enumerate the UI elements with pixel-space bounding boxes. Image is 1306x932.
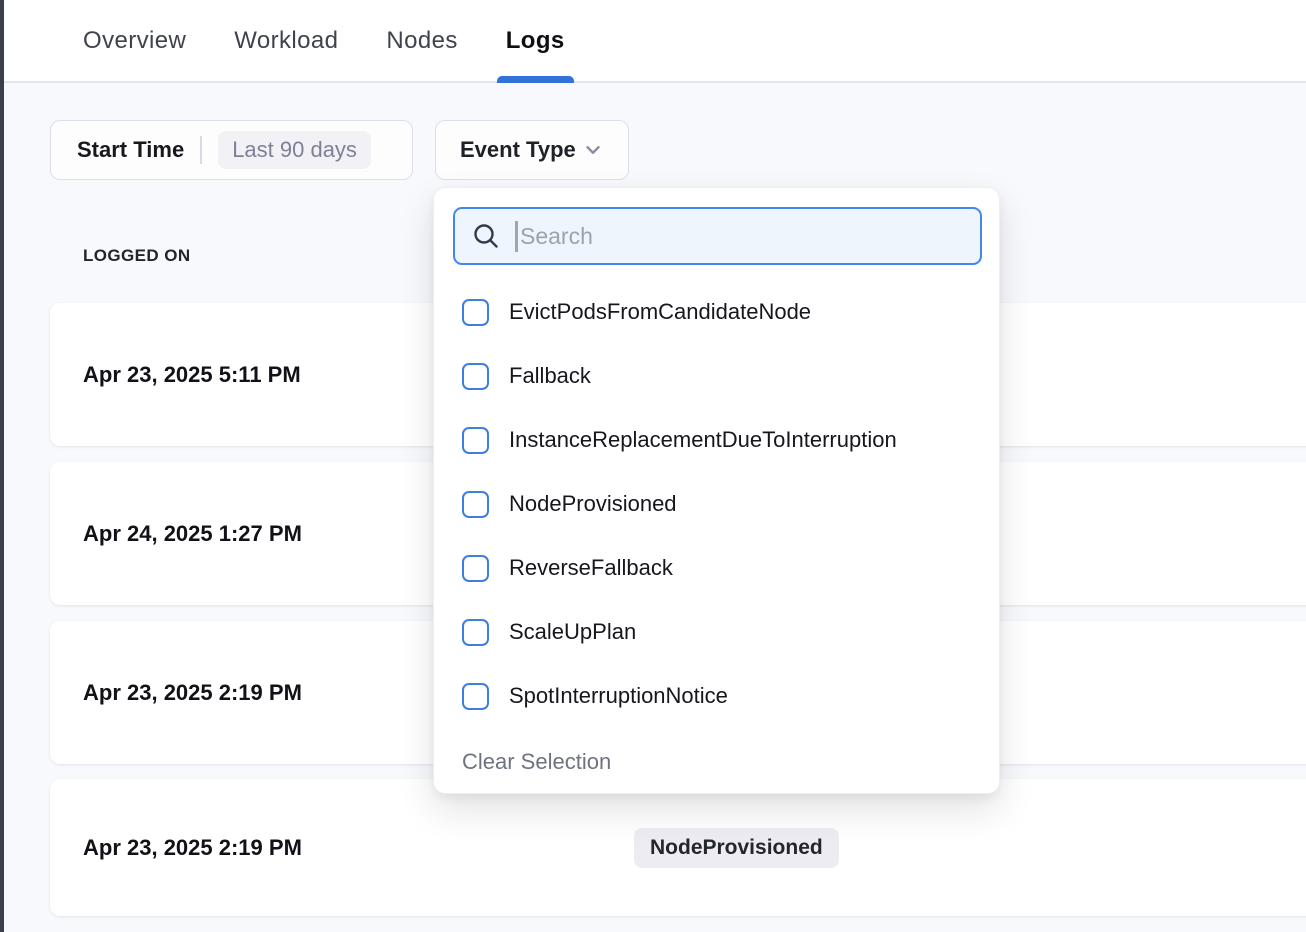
option-evictpodsfromcandidatenode[interactable]: EvictPodsFromCandidateNode: [434, 280, 999, 344]
logged-on-value: Apr 23, 2025 2:19 PM: [83, 835, 302, 861]
event-type-label: Event Type: [460, 137, 576, 163]
start-time-value-pill: Last 90 days: [218, 131, 371, 169]
search-icon: [471, 221, 501, 251]
checkbox-icon[interactable]: [462, 555, 489, 582]
logged-on-value: Apr 24, 2025 1:27 PM: [83, 521, 302, 547]
tab-overview[interactable]: Overview: [66, 0, 203, 81]
checkbox-icon[interactable]: [462, 491, 489, 518]
logs-page: Overview Workload Nodes Logs Start Time …: [0, 0, 1306, 932]
active-tab-indicator: [497, 76, 574, 83]
tab-bar: Overview Workload Nodes Logs: [4, 0, 1306, 83]
event-type-filter-button[interactable]: Event Type: [435, 120, 629, 180]
log-row[interactable]: Apr 23, 2025 2:19 PM NodeProvisioned: [50, 779, 1306, 916]
option-fallback[interactable]: Fallback: [434, 344, 999, 408]
event-type-badge: NodeProvisioned: [634, 828, 839, 868]
checkbox-icon[interactable]: [462, 299, 489, 326]
checkbox-icon[interactable]: [462, 619, 489, 646]
tabs: Overview Workload Nodes Logs: [66, 0, 582, 81]
option-spotinterruptionnotice[interactable]: SpotInterruptionNotice: [434, 664, 999, 728]
search-input[interactable]: [520, 223, 964, 250]
column-header-logged-on: LOGGED ON: [83, 246, 191, 266]
option-reversefallback[interactable]: ReverseFallback: [434, 536, 999, 600]
tab-workload[interactable]: Workload: [217, 0, 355, 81]
option-nodeprovisioned[interactable]: NodeProvisioned: [434, 472, 999, 536]
chevron-down-icon: [582, 139, 604, 161]
option-scaleupplan[interactable]: ScaleUpPlan: [434, 600, 999, 664]
clear-selection-button[interactable]: Clear Selection: [462, 739, 611, 785]
checkbox-icon[interactable]: [462, 683, 489, 710]
option-label: ScaleUpPlan: [509, 619, 636, 645]
option-label: ReverseFallback: [509, 555, 673, 581]
dropdown-search-box[interactable]: [453, 207, 982, 265]
filter-divider: [200, 136, 202, 164]
logged-on-value: Apr 23, 2025 2:19 PM: [83, 680, 302, 706]
option-label: InstanceReplacementDueToInterruption: [509, 427, 897, 453]
start-time-label: Start Time: [77, 137, 184, 163]
tab-nodes-label: Nodes: [386, 27, 457, 55]
event-type-dropdown: EvictPodsFromCandidateNode Fallback Inst…: [433, 187, 1000, 794]
start-time-filter-button[interactable]: Start Time Last 90 days: [50, 120, 413, 180]
option-instancereplacementduetointerruption[interactable]: InstanceReplacementDueToInterruption: [434, 408, 999, 472]
tab-workload-label: Workload: [234, 27, 338, 55]
tab-nodes[interactable]: Nodes: [369, 0, 474, 81]
tab-overview-label: Overview: [83, 27, 186, 55]
text-cursor: [515, 221, 518, 252]
logged-on-value: Apr 23, 2025 5:11 PM: [83, 362, 301, 388]
checkbox-icon[interactable]: [462, 427, 489, 454]
option-label: EvictPodsFromCandidateNode: [509, 299, 811, 325]
checkbox-icon[interactable]: [462, 363, 489, 390]
option-label: SpotInterruptionNotice: [509, 683, 728, 709]
window-left-edge: [0, 0, 4, 932]
tab-logs[interactable]: Logs: [489, 0, 582, 81]
option-label: NodeProvisioned: [509, 491, 677, 517]
tab-logs-label: Logs: [506, 27, 565, 55]
event-type-options: EvictPodsFromCandidateNode Fallback Inst…: [434, 280, 999, 728]
option-label: Fallback: [509, 363, 591, 389]
